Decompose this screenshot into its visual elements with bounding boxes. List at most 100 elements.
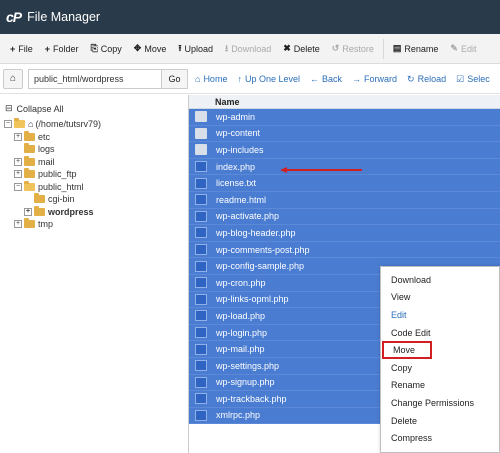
download-button[interactable]: ⭳ Download xyxy=(219,38,277,60)
copy-label: Copy xyxy=(100,43,122,54)
context-compress[interactable]: Compress xyxy=(381,429,499,447)
table-row[interactable]: readme.html xyxy=(189,191,500,209)
context-code-edit[interactable]: Code Edit xyxy=(381,324,499,342)
collapse-icon: ⊟ xyxy=(5,103,13,113)
context-move[interactable]: Move xyxy=(382,341,432,359)
expand-toggle-icon[interactable]: + xyxy=(14,132,22,141)
tree-node-public-html[interactable]: − public_html xyxy=(4,180,188,194)
tree-node-public-ftp[interactable]: + public_ftp xyxy=(4,168,188,181)
folder-icon xyxy=(24,143,35,154)
file-icon xyxy=(195,360,207,372)
collapse-toggle-icon[interactable]: − xyxy=(14,182,22,191)
toolbar: + File + Folder ⎘ Copy ✥ Move ⭱ Upload ⭳ Downl… xyxy=(0,34,500,64)
new-file-button[interactable]: + File xyxy=(4,38,39,60)
table-row[interactable]: wp-activate.php xyxy=(189,208,500,226)
rename-button[interactable]: ▤ Rename xyxy=(387,38,445,60)
collapse-all-link[interactable]: ⊟ Collapse All xyxy=(0,99,188,118)
tree-node-label: logs xyxy=(38,144,55,155)
table-row[interactable]: wp-comments-post.php xyxy=(189,241,500,259)
table-row[interactable]: wp-blog-header.php xyxy=(189,225,500,242)
restore-label: Restore xyxy=(342,43,374,54)
collapse-all-label: Collapse All xyxy=(16,103,64,114)
home-directory-button[interactable]: ⌂ xyxy=(3,68,23,89)
tree-node-tmp[interactable]: + tmp xyxy=(4,218,188,231)
folder-icon xyxy=(195,127,207,139)
folder-icon xyxy=(24,130,35,141)
table-row[interactable]: wp-admin xyxy=(189,109,500,126)
tree-node-label: public_ftp xyxy=(38,169,77,180)
checkbox-icon: ☑ xyxy=(456,73,465,84)
path-bar: ⌂ Go ⌂Home ↑Up One Level ←Back →Forward … xyxy=(0,64,500,94)
file-name: wp-load.php xyxy=(216,310,266,321)
toolbar-divider xyxy=(382,38,384,59)
path-input[interactable] xyxy=(28,68,162,89)
select-all-button[interactable]: ☑ Selec xyxy=(451,74,495,85)
tree-node-mail[interactable]: + mail xyxy=(4,155,188,169)
file-name: wp-includes xyxy=(216,144,264,155)
new-folder-button[interactable]: + Folder xyxy=(39,38,85,60)
tree-node-label: public_html xyxy=(38,181,84,192)
up-one-level-label: Up One Level xyxy=(244,74,300,84)
back-button[interactable]: ← Back xyxy=(305,74,347,84)
download-label: Download xyxy=(231,43,272,54)
new-folder-label: Folder xyxy=(53,43,79,54)
table-row[interactable]: license.txt xyxy=(189,175,500,192)
context-delete[interactable]: Delete xyxy=(381,412,499,430)
edit-button[interactable]: ✎ Edit xyxy=(444,38,482,60)
table-row[interactable]: wp-content xyxy=(189,125,500,143)
cpanel-logo[interactable]: cP xyxy=(6,9,22,25)
context-edit[interactable]: Edit xyxy=(381,306,499,324)
tree-node-logs[interactable]: logs xyxy=(4,143,188,156)
file-icon xyxy=(195,277,207,289)
folder-open-icon xyxy=(14,118,25,129)
expand-toggle-icon[interactable]: + xyxy=(24,207,32,216)
collapse-toggle-icon[interactable]: − xyxy=(4,120,12,129)
context-change-permissions[interactable]: Change Permissions xyxy=(381,394,499,412)
file-name: wp-links-opml.php xyxy=(216,294,289,305)
tree-node-root[interactable]: − ⌂ (/home/tutsrv79) xyxy=(4,118,188,131)
copy-icon: ⎘ xyxy=(90,43,98,53)
tree-node-label: wordpress xyxy=(48,206,94,217)
restore-button[interactable]: ↺ Restore xyxy=(326,38,380,60)
context-copy[interactable]: Copy xyxy=(381,359,499,377)
reload-label: Reload xyxy=(417,74,447,84)
app-title: File Manager xyxy=(27,10,101,24)
file-name: license.txt xyxy=(216,178,257,189)
table-row[interactable]: wp-includes xyxy=(189,142,500,159)
context-rename[interactable]: Rename xyxy=(381,377,499,395)
folder-icon xyxy=(24,218,35,229)
move-button[interactable]: ✥ Move xyxy=(128,38,173,60)
name-column-header[interactable]: Name xyxy=(189,97,240,107)
up-one-level-button[interactable]: ↑ Up One Level xyxy=(232,74,305,84)
file-icon xyxy=(195,376,207,388)
home-nav-label: Home xyxy=(203,74,228,84)
move-label: Move xyxy=(144,43,167,54)
upload-button[interactable]: ⭱ Upload xyxy=(172,38,219,60)
copy-button[interactable]: ⎘ Copy xyxy=(85,38,128,60)
tree-node-cgi-bin[interactable]: cgi-bin xyxy=(4,193,188,206)
file-icon xyxy=(195,227,207,239)
rename-label: Rename xyxy=(404,43,439,54)
file-name: wp-signup.php xyxy=(216,377,275,388)
file-name: wp-trackback.php xyxy=(216,393,287,404)
context-view[interactable]: View xyxy=(381,289,499,307)
file-icon xyxy=(195,327,207,339)
file-icon xyxy=(195,393,207,405)
file-name: wp-comments-post.php xyxy=(216,244,310,255)
home-nav-button[interactable]: ⌂ Home xyxy=(190,74,232,84)
expand-toggle-icon[interactable]: + xyxy=(14,170,22,179)
folder-open-icon xyxy=(24,180,35,191)
go-button[interactable]: Go xyxy=(162,68,188,89)
tree-node-etc[interactable]: + etc xyxy=(4,130,188,144)
delete-button[interactable]: ✖ Delete xyxy=(277,38,326,60)
forward-button[interactable]: → Forward xyxy=(347,74,402,84)
edit-label: Edit xyxy=(460,43,477,54)
file-icon xyxy=(195,343,207,355)
file-name: wp-content xyxy=(216,128,261,139)
expand-toggle-icon[interactable]: + xyxy=(14,220,22,229)
tree-node-wordpress[interactable]: + wordpress xyxy=(4,205,188,219)
context-download[interactable]: Download xyxy=(381,271,499,289)
reload-button[interactable]: ↻ Reload xyxy=(402,74,451,85)
file-icon xyxy=(195,293,207,305)
expand-toggle-icon[interactable]: + xyxy=(14,157,22,166)
